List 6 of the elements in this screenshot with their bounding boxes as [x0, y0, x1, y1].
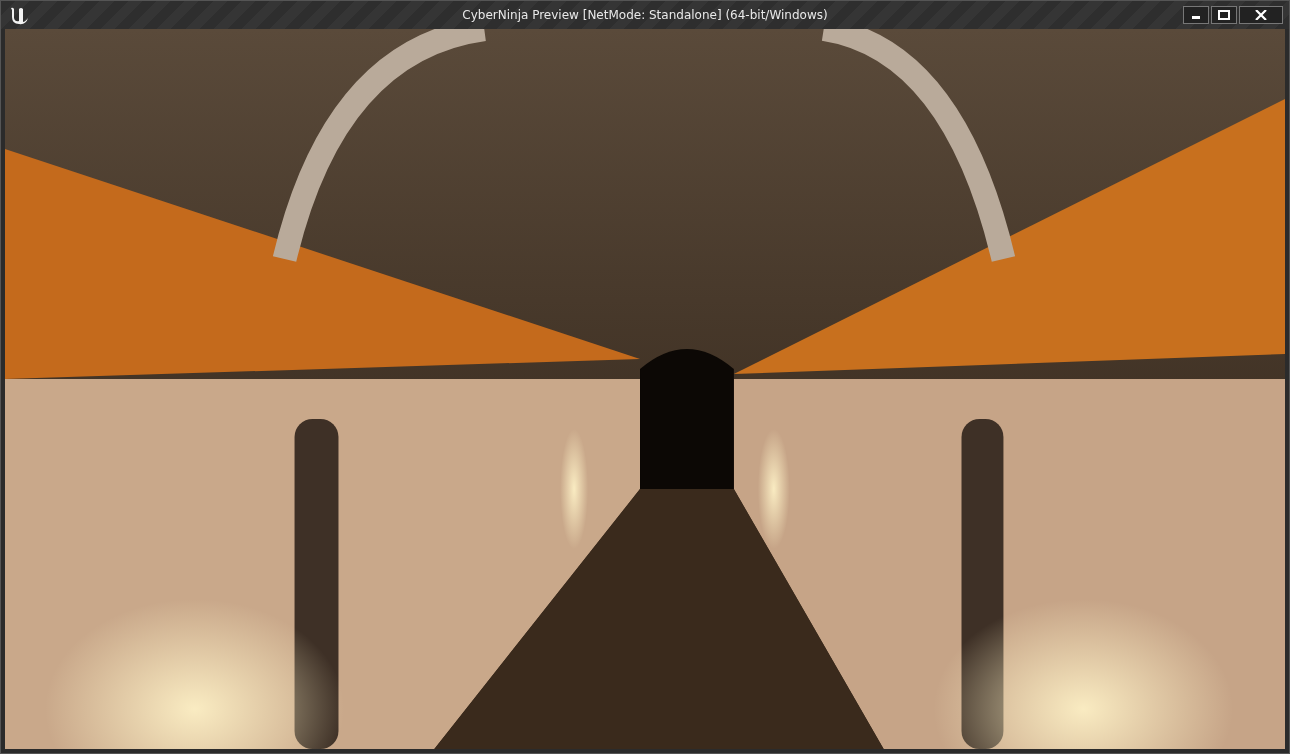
maximize-icon: [1218, 10, 1230, 20]
minimize-button[interactable]: [1183, 6, 1209, 24]
maximize-button[interactable]: [1211, 6, 1237, 24]
window-title: CyberNinja Preview [NetMode: Standalone] (64-bit/Windows): [461, 8, 829, 22]
close-icon: [1255, 10, 1267, 20]
close-button[interactable]: [1239, 6, 1283, 24]
